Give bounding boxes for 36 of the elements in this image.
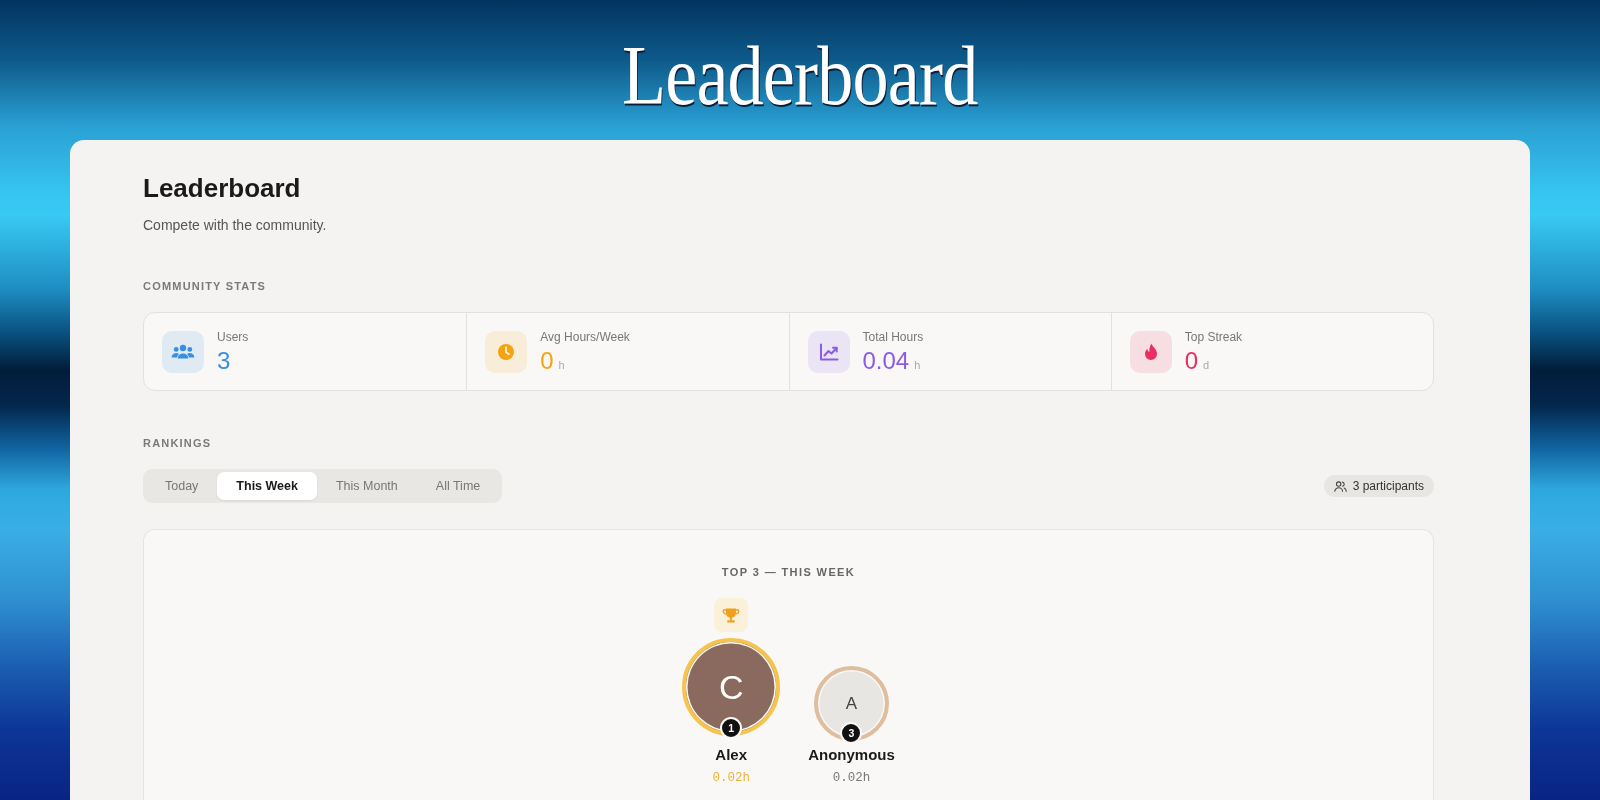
stat-unit: h xyxy=(558,358,565,371)
rank-badge: 1 xyxy=(720,717,743,739)
flame-icon xyxy=(1129,330,1172,373)
page-title: Leaderboard xyxy=(143,172,301,204)
user-hours: 0.02h xyxy=(712,770,750,786)
period-tab[interactable]: All Time xyxy=(416,472,500,500)
user-name: Alex xyxy=(715,746,747,764)
stat-label: Users xyxy=(217,329,249,344)
stat-label: Top Streak xyxy=(1184,329,1243,344)
stat-unit: d xyxy=(1203,358,1210,371)
user-hours: 0.02h xyxy=(832,770,871,786)
stat-value: 0 xyxy=(1184,347,1199,374)
avatar-initial: A xyxy=(845,695,858,712)
page-subtitle: Compete with the community. xyxy=(143,216,327,234)
users-icon xyxy=(1333,480,1347,492)
podium-title: TOP 3 — THIS WEEK xyxy=(721,565,856,579)
banner-title: Leaderboard xyxy=(622,34,978,118)
users-icon xyxy=(162,330,204,373)
period-tab[interactable]: Today xyxy=(146,472,218,500)
section-heading: COMMUNITY STATS xyxy=(143,279,267,293)
clock-icon xyxy=(485,330,528,373)
trend-chart-icon xyxy=(807,330,850,373)
stat-unit: h xyxy=(914,358,921,371)
avatar-initial: C xyxy=(718,670,744,704)
stat-label: Avg Hours/Week xyxy=(540,329,630,344)
stat-value: 3 xyxy=(217,347,231,374)
trophy-icon xyxy=(714,598,749,632)
user-name: Anonymous xyxy=(808,746,895,764)
section-heading: RANKINGS xyxy=(143,436,212,450)
stat-value: 0.04 xyxy=(862,347,910,374)
stat-value: 0 xyxy=(540,347,554,374)
stat-label: Total Hours xyxy=(862,329,924,344)
participants-count: 3 participants xyxy=(1352,479,1424,493)
period-tab[interactable]: This Week xyxy=(217,472,317,500)
period-tab[interactable]: This Month xyxy=(316,472,417,500)
rank-badge: 3 xyxy=(840,722,863,744)
